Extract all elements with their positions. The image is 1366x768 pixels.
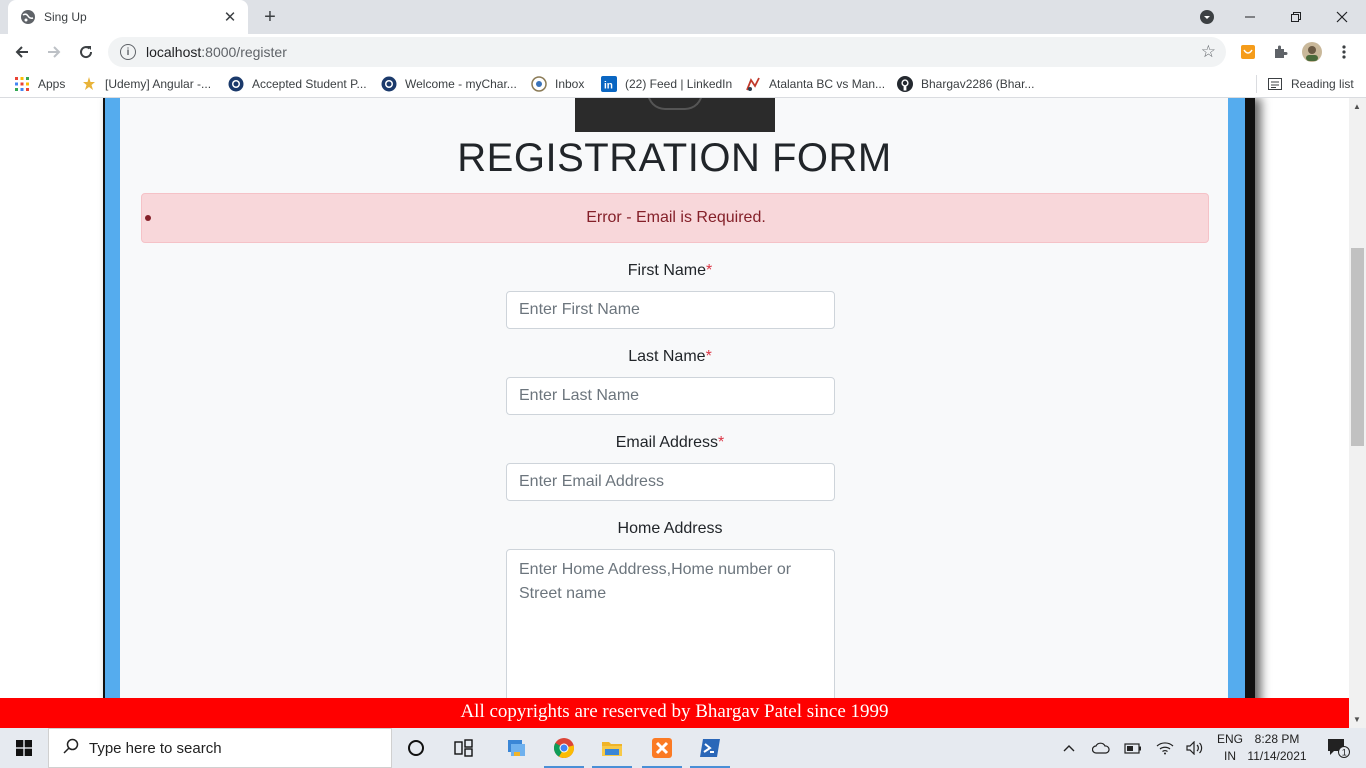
notification-center-icon[interactable]: 1 — [1318, 728, 1358, 768]
required-asterisk: * — [706, 262, 713, 279]
volume-icon[interactable] — [1182, 728, 1208, 768]
required-asterisk: * — [718, 434, 725, 451]
home-address-textarea[interactable] — [506, 549, 835, 698]
university-seal-icon — [381, 76, 397, 92]
bookmarks-bar: Apps [Udemy] Angular -... Accepted Stude… — [0, 70, 1366, 98]
page-viewport: REGISTRATION FORM Error - Email is Requi… — [0, 98, 1349, 698]
university-seal-icon — [228, 76, 244, 92]
home-address-label: Home Address — [617, 520, 723, 537]
language-indicator[interactable]: ENG IN — [1212, 731, 1248, 765]
chrome-icon[interactable] — [540, 728, 588, 768]
reading-list-icon — [1267, 76, 1283, 92]
close-tab-icon[interactable]: ✕ — [222, 9, 238, 26]
profile-avatar[interactable] — [1302, 42, 1322, 62]
bookmark-udemy[interactable]: [Udemy] Angular -... — [81, 76, 211, 92]
bookmark-mycharlotte[interactable]: Welcome - myChar... — [381, 76, 517, 92]
tab-strip: Sing Up ✕ + — [0, 0, 1366, 34]
search-placeholder: Type here to search — [89, 739, 222, 757]
back-arrow-icon[interactable] — [8, 38, 36, 66]
error-message: Error - Email is Required. — [586, 209, 766, 226]
minimize-button[interactable] — [1230, 0, 1270, 34]
football-icon — [745, 76, 761, 92]
globe-icon — [20, 9, 36, 25]
address-bar[interactable]: i localhost:8000/register ☆ — [108, 37, 1226, 67]
page-scrollbar[interactable]: ▲ ▼ — [1349, 98, 1366, 728]
url-text: localhost:8000/register — [146, 44, 287, 60]
windows-taskbar: Type here to search ENG IN 8:28 PM 11/14… — [0, 728, 1366, 768]
scroll-down-arrow-icon[interactable]: ▼ — [1353, 715, 1361, 724]
bookmark-accepted-student[interactable]: Accepted Student P... — [228, 76, 367, 92]
cortana-icon[interactable] — [392, 728, 440, 768]
extensions-puzzle-icon[interactable] — [1270, 42, 1290, 62]
email-input[interactable] — [506, 463, 835, 501]
extension-orange-icon[interactable] — [1238, 42, 1258, 62]
task-view-icon[interactable] — [440, 728, 488, 768]
tab-search-icon[interactable] — [1196, 0, 1218, 34]
wifi-icon[interactable] — [1152, 728, 1178, 768]
first-name-input[interactable] — [506, 291, 835, 329]
taskbar-search-box[interactable]: Type here to search — [48, 728, 392, 768]
menu-kebab-icon[interactable] — [1334, 42, 1354, 62]
reload-icon[interactable] — [72, 38, 100, 66]
site-info-icon[interactable]: i — [120, 44, 136, 60]
bookmark-atalanta[interactable]: Atalanta BC vs Man... — [745, 76, 885, 92]
apps-grid-icon — [14, 76, 30, 92]
notification-count: 1 — [1342, 748, 1347, 758]
onedrive-cloud-icon[interactable] — [1088, 728, 1114, 768]
reading-list-button[interactable]: Reading list — [1267, 76, 1354, 92]
folder-icon[interactable] — [588, 728, 636, 768]
first-name-label: First Name* — [627, 262, 713, 279]
required-asterisk: * — [705, 348, 712, 365]
bookmark-inbox[interactable]: Inbox — [531, 76, 584, 92]
xampp-icon[interactable] — [638, 728, 686, 768]
scroll-up-arrow-icon[interactable]: ▲ — [1353, 102, 1361, 111]
system-clock[interactable]: 8:28 PM 11/14/2021 — [1244, 731, 1310, 765]
email-label: Email Address* — [615, 434, 725, 451]
file-explorer-icon[interactable] — [492, 728, 540, 768]
linkedin-icon: in — [601, 76, 617, 92]
header-logo-image — [575, 98, 775, 132]
search-icon — [63, 738, 79, 759]
bookmark-apps[interactable]: Apps — [14, 76, 65, 92]
last-name-input[interactable] — [506, 377, 835, 415]
close-window-button[interactable] — [1322, 0, 1362, 34]
udemy-icon — [81, 76, 97, 92]
browser-tab[interactable]: Sing Up ✕ — [8, 0, 248, 34]
svg-text:in: in — [604, 81, 613, 92]
show-hidden-icons-chevron-icon[interactable] — [1058, 728, 1080, 768]
github-icon — [897, 76, 913, 92]
battery-icon[interactable] — [1120, 728, 1146, 768]
scrollbar-thumb[interactable] — [1351, 248, 1364, 446]
windows-start-icon[interactable] — [0, 728, 48, 768]
error-alert: Error - Email is Required. — [141, 193, 1209, 243]
bookmarks-divider — [1256, 75, 1257, 93]
new-tab-button[interactable]: + — [258, 6, 282, 28]
inbox-seal-icon — [531, 76, 547, 92]
bookmark-linkedin[interactable]: in (22) Feed | LinkedIn — [601, 76, 732, 92]
bookmark-github[interactable]: Bhargav2286 (Bhar... — [897, 76, 1034, 92]
page-title: REGISTRATION FORM — [457, 136, 892, 180]
bookmark-star-icon[interactable]: ☆ — [1201, 42, 1216, 62]
restore-button[interactable] — [1276, 0, 1316, 34]
powershell-icon[interactable] — [686, 728, 734, 768]
browser-toolbar: i localhost:8000/register ☆ — [0, 34, 1366, 70]
forward-arrow-icon[interactable] — [40, 38, 68, 66]
copyright-footer: All copyrights are reserved by Bhargav P… — [0, 698, 1349, 728]
tab-title: Sing Up — [44, 10, 87, 24]
last-name-label: Last Name* — [628, 348, 712, 365]
